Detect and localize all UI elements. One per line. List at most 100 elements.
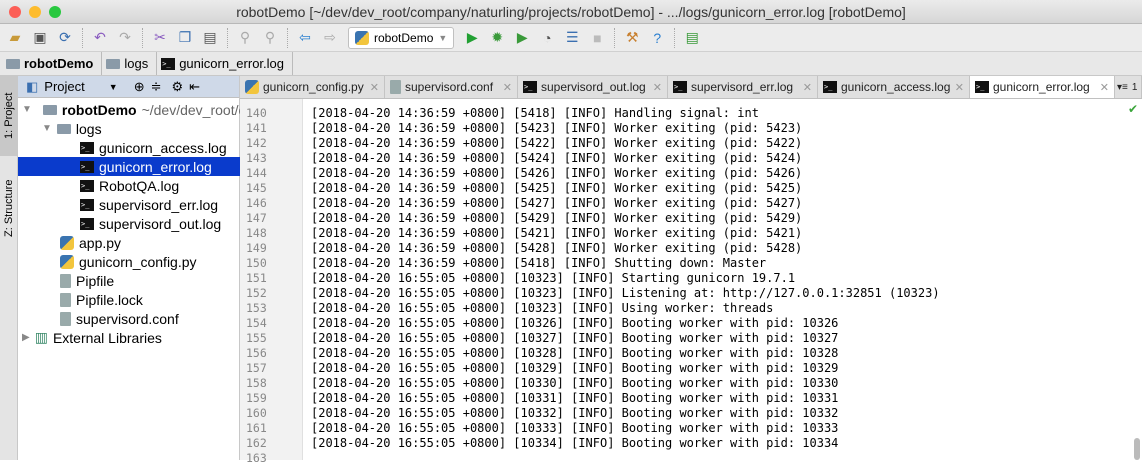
settings-wrench-icon[interactable]: ⚒ bbox=[621, 27, 643, 49]
minimize-window-button[interactable] bbox=[29, 6, 41, 18]
close-tab-icon[interactable]: ✕ bbox=[503, 81, 512, 94]
line-number: 146 bbox=[246, 196, 267, 210]
breadcrumb-label: logs bbox=[124, 56, 149, 71]
tree-item[interactable]: app.py bbox=[18, 233, 240, 252]
code-line[interactable]: [2018-04-20 14:36:59 +0800] [5418] [INFO… bbox=[311, 106, 759, 121]
close-tab-icon[interactable]: ✕ bbox=[653, 81, 662, 94]
replace-icon[interactable]: ⚲ bbox=[259, 27, 281, 49]
chevron-down-icon[interactable]: ▼ bbox=[109, 82, 118, 92]
tree-item-root[interactable]: ▼ robotDemo ~/dev/dev_root/c bbox=[18, 100, 245, 119]
undo-icon[interactable]: ↶ bbox=[89, 27, 111, 49]
code-line[interactable]: [2018-04-20 14:36:59 +0800] [5428] [INFO… bbox=[311, 241, 802, 256]
gear-icon[interactable]: ⚙ bbox=[172, 79, 184, 95]
code-line[interactable]: [2018-04-20 14:36:59 +0800] [5424] [INFO… bbox=[311, 151, 802, 166]
code-line[interactable]: [2018-04-20 16:55:05 +0800] [10328] [INF… bbox=[311, 346, 838, 361]
paste-icon[interactable]: ▤ bbox=[199, 27, 221, 49]
concurrency-icon[interactable]: ☰ bbox=[561, 27, 583, 49]
close-window-button[interactable] bbox=[9, 6, 21, 18]
back-icon[interactable]: ⇦ bbox=[294, 27, 316, 49]
sync-icon[interactable]: ⟳ bbox=[54, 27, 76, 49]
structure-tool-tab[interactable]: Z: Structure bbox=[0, 168, 18, 248]
tab-overflow-button[interactable]: ▾≡ 1 bbox=[1115, 76, 1142, 98]
close-tab-icon[interactable]: ✕ bbox=[955, 81, 964, 94]
debug-icon[interactable]: ✹ bbox=[486, 27, 508, 49]
save-icon[interactable]: ▣ bbox=[29, 27, 51, 49]
tree-item[interactable]: >_ gunicorn_access.log bbox=[18, 138, 240, 157]
code-line[interactable]: [2018-04-20 16:55:05 +0800] [10323] [INF… bbox=[311, 301, 773, 316]
line-number: 161 bbox=[246, 421, 267, 435]
tree-item-label: Pipfile bbox=[76, 272, 115, 289]
code-line[interactable]: [2018-04-20 16:55:05 +0800] [10332] [INF… bbox=[311, 406, 838, 421]
code-line[interactable]: [2018-04-20 14:36:59 +0800] [5426] [INFO… bbox=[311, 166, 802, 181]
code-line[interactable]: [2018-04-20 16:55:05 +0800] [10329] [INF… bbox=[311, 361, 838, 376]
run-icon[interactable]: ▶ bbox=[461, 27, 483, 49]
vcs-icon[interactable]: ▤ bbox=[681, 27, 703, 49]
breadcrumb-item-logs[interactable]: logs bbox=[106, 52, 158, 75]
code-line[interactable]: [2018-04-20 16:55:05 +0800] [10330] [INF… bbox=[311, 376, 838, 391]
breadcrumb-item-file[interactable]: >_ gunicorn_error.log bbox=[161, 52, 293, 75]
tree-item-label: gunicorn_error.log bbox=[99, 158, 212, 175]
help-icon[interactable]: ? bbox=[646, 27, 668, 49]
expand-arrow-icon[interactable]: ▶ bbox=[22, 332, 30, 343]
line-number: 160 bbox=[246, 406, 267, 420]
code-line[interactable]: [2018-04-20 14:36:59 +0800] [5423] [INFO… bbox=[311, 121, 802, 136]
tab-gunicorn-access-log[interactable]: >_ gunicorn_access.log ✕ bbox=[818, 76, 970, 98]
code-line[interactable]: [2018-04-20 16:55:05 +0800] [10327] [INF… bbox=[311, 331, 838, 346]
tree-item[interactable]: gunicorn_config.py bbox=[18, 252, 240, 271]
find-icon[interactable]: ⚲ bbox=[234, 27, 256, 49]
tree-item[interactable]: Pipfile.lock bbox=[18, 290, 240, 309]
close-tab-icon[interactable]: ✕ bbox=[370, 81, 379, 94]
breadcrumb-item-project[interactable]: robotDemo bbox=[6, 52, 103, 75]
project-tool-tab[interactable]: 1: Project bbox=[0, 76, 18, 156]
close-tab-icon[interactable]: ✕ bbox=[1100, 81, 1109, 94]
close-tab-icon[interactable]: ✕ bbox=[803, 81, 812, 94]
code-line[interactable]: [2018-04-20 14:36:59 +0800] [5425] [INFO… bbox=[311, 181, 802, 196]
tab-gunicorn-error-log[interactable]: >_ gunicorn_error.log ✕ bbox=[970, 76, 1115, 98]
project-view-select[interactable]: Project bbox=[44, 79, 84, 94]
tree-item[interactable]: ▼ logs bbox=[18, 119, 240, 138]
code-line[interactable]: [2018-04-20 14:36:59 +0800] [5422] [INFO… bbox=[311, 136, 802, 151]
hide-panel-icon[interactable]: ⇤ bbox=[189, 79, 200, 95]
tab-supervisord-out-log[interactable]: >_ supervisord_out.log ✕ bbox=[518, 76, 668, 98]
forward-icon[interactable]: ⇨ bbox=[319, 27, 341, 49]
open-icon[interactable]: ▰ bbox=[4, 27, 26, 49]
expand-arrow-icon[interactable]: ▼ bbox=[22, 104, 32, 115]
tree-item[interactable]: >_ supervisord_err.log bbox=[18, 195, 240, 214]
tree-item[interactable]: supervisord.conf bbox=[18, 309, 240, 328]
tree-item[interactable]: >_ RobotQA.log bbox=[18, 176, 240, 195]
tab-supervisord-conf[interactable]: supervisord.conf ✕ bbox=[385, 76, 518, 98]
zoom-window-button[interactable] bbox=[49, 6, 61, 18]
tree-item-external-libraries[interactable]: ▶ ▥ External Libraries bbox=[18, 328, 240, 347]
run-configuration-select[interactable]: robotDemo ▼ bbox=[348, 26, 455, 49]
tree-item[interactable]: Pipfile bbox=[18, 271, 240, 290]
window-title: robotDemo [~/dev/dev_root/company/naturl… bbox=[236, 4, 906, 20]
tree-item[interactable]: >_ gunicorn_error.log bbox=[18, 157, 240, 176]
vertical-scrollbar[interactable] bbox=[1134, 438, 1140, 460]
code-line[interactable]: [2018-04-20 14:36:59 +0800] [5421] [INFO… bbox=[311, 226, 802, 241]
code-line[interactable]: [2018-04-20 16:55:05 +0800] [10334] [INF… bbox=[311, 436, 838, 451]
tab-supervisord-err-log[interactable]: >_ supervisord_err.log ✕ bbox=[668, 76, 818, 98]
cut-icon[interactable]: ✂ bbox=[149, 27, 171, 49]
line-number: 163 bbox=[246, 451, 267, 465]
code-line[interactable]: [2018-04-20 16:55:05 +0800] [10333] [INF… bbox=[311, 421, 838, 436]
libraries-icon: ▥ bbox=[34, 329, 48, 345]
code-line[interactable]: [2018-04-20 16:55:05 +0800] [10326] [INF… bbox=[311, 316, 838, 331]
tree-item-label: logs bbox=[75, 120, 102, 137]
code-line[interactable]: [2018-04-20 16:55:05 +0800] [10323] [INF… bbox=[311, 286, 940, 301]
coverage-icon[interactable]: ▶ bbox=[511, 27, 533, 49]
profile-icon[interactable]: ◔ bbox=[536, 27, 558, 49]
project-panel-header: ◧ Project ▼ ⊕ ≑ ⚙ ⇤ bbox=[18, 76, 239, 98]
code-line[interactable]: [2018-04-20 16:55:05 +0800] [10331] [INF… bbox=[311, 391, 838, 406]
tree-item[interactable]: >_ supervisord_out.log bbox=[18, 214, 240, 233]
copy-icon[interactable]: ❐ bbox=[174, 27, 196, 49]
collapse-all-icon[interactable]: ≑ bbox=[151, 79, 162, 95]
redo-icon[interactable]: ↷ bbox=[114, 27, 136, 49]
code-line[interactable]: [2018-04-20 14:36:59 +0800] [5418] [INFO… bbox=[311, 256, 766, 271]
expand-arrow-icon[interactable]: ▼ bbox=[42, 123, 52, 134]
locate-icon[interactable]: ⊕ bbox=[134, 79, 145, 95]
stop-icon[interactable]: ■ bbox=[586, 27, 608, 49]
code-line[interactable]: [2018-04-20 16:55:05 +0800] [10323] [INF… bbox=[311, 271, 795, 286]
code-line[interactable]: [2018-04-20 14:36:59 +0800] [5429] [INFO… bbox=[311, 211, 802, 226]
tab-gunicorn-config-py[interactable]: gunicorn_config.py ✕ bbox=[240, 76, 385, 98]
code-line[interactable]: [2018-04-20 14:36:59 +0800] [5427] [INFO… bbox=[311, 196, 802, 211]
